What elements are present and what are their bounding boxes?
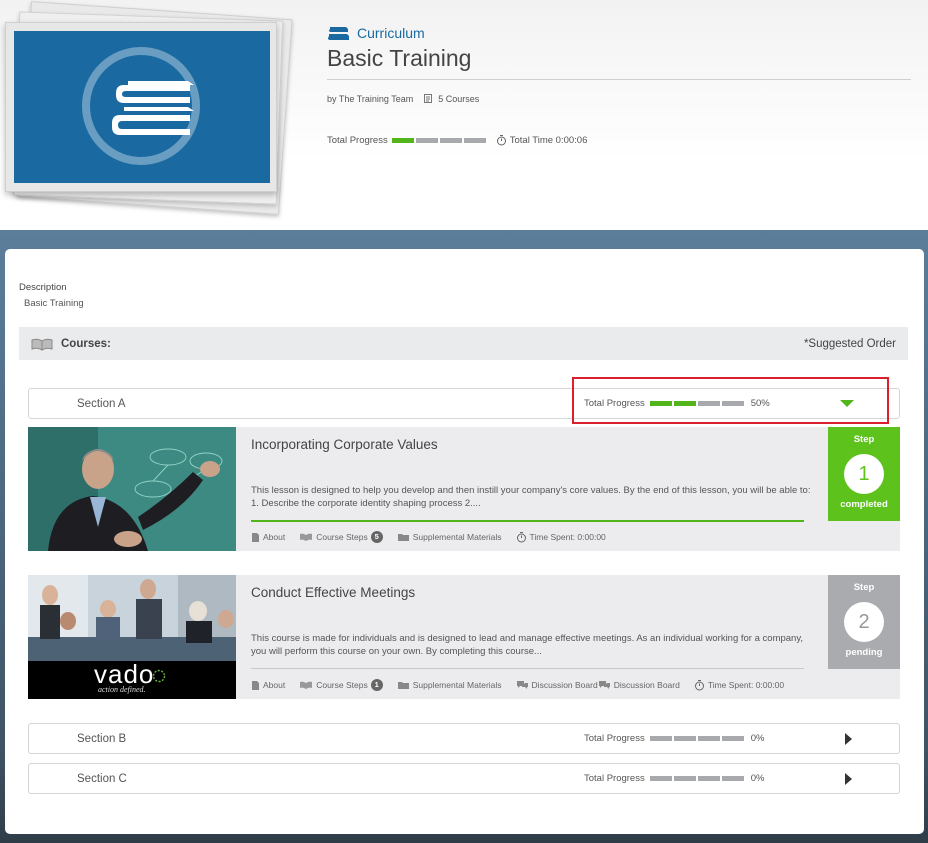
course-steps-count: 1 (370, 679, 383, 691)
stopwatch-icon (496, 135, 506, 146)
books-icon (112, 81, 194, 135)
course-count: 5 Courses (438, 93, 480, 104)
curriculum-panel: Description Basic Training Courses: *Sug… (5, 249, 924, 834)
time-spent: Time Spent: 0:00:00 (516, 531, 606, 543)
course-progress-line (251, 520, 804, 522)
courses-icon (424, 94, 433, 103)
step-label: Step (853, 434, 875, 445)
section-progress-percent: 0% (750, 773, 765, 784)
about-label: About (263, 680, 286, 690)
section-progress-label: Total Progress (584, 773, 645, 784)
curriculum-header: Curriculum Basic Training by The Trainin… (0, 0, 928, 230)
step-status: completed (840, 499, 888, 510)
vado-globe-icon (152, 669, 166, 683)
section-name: Section B (77, 733, 127, 745)
open-book-icon (300, 533, 313, 541)
course-footer: About Course Steps 1 Supplemental Materi… (251, 679, 784, 691)
course-steps-label: Course Steps (316, 680, 368, 690)
supplemental-materials-link[interactable]: Supplemental Materials (397, 680, 502, 690)
section-progress-label: Total Progress (584, 733, 645, 744)
step-number: 2 (844, 602, 884, 642)
section-name: Section A (77, 398, 126, 410)
supplemental-materials-link[interactable]: Supplemental Materials (397, 532, 502, 542)
time-spent-label: Time Spent: 0:00:00 (529, 532, 606, 542)
about-link[interactable]: About (251, 532, 285, 543)
curriculum-cover-image (5, 22, 277, 192)
section-progress-bar (649, 776, 744, 781)
about-link[interactable]: About (251, 680, 285, 691)
course-card[interactable]: vado action defined. Conduct Effective M… (28, 575, 900, 699)
section-b-header[interactable]: Section B Total Progress 0% (28, 723, 900, 754)
books-icon (328, 27, 349, 40)
step-badge: Step 1 completed (828, 427, 900, 521)
step-badge: Step 2 pending (828, 575, 900, 669)
folder-icon (397, 682, 409, 689)
course-description: This lesson is designed to help you deve… (251, 485, 811, 509)
courses-title: Courses: (61, 337, 111, 350)
document-icon (252, 680, 259, 690)
page-title: Basic Training (327, 45, 472, 71)
stopwatch-icon (694, 680, 704, 691)
description-label: Description (19, 282, 67, 293)
section-progress-bar (649, 736, 744, 741)
open-book-icon (300, 681, 313, 689)
title-divider (327, 79, 911, 80)
author-text: by The Training Team (327, 93, 414, 104)
course-title[interactable]: Incorporating Corporate Values (251, 437, 438, 452)
progress-highlight-box (572, 377, 889, 424)
section-progress: Total Progress 0% (584, 773, 764, 784)
section-c-header[interactable]: Section C Total Progress 0% (28, 763, 900, 794)
discussion-board-label: Discussion Board (531, 680, 598, 690)
course-title[interactable]: Conduct Effective Meetings (251, 585, 415, 600)
total-progress-label: Total Progress (327, 134, 388, 146)
course-steps-label: Course Steps (316, 532, 368, 542)
curriculum-meta: by The Training Team 5 Courses (327, 93, 479, 104)
course-thumbnail (28, 427, 236, 551)
supplemental-label: Supplemental Materials (412, 532, 502, 542)
course-steps-count: 5 (370, 531, 383, 543)
courses-header-bar: Courses: *Suggested Order (19, 327, 908, 360)
discussion-board-label: Discussion Board (613, 680, 680, 690)
chat-icon (516, 681, 528, 689)
course-thumbnail: vado action defined. (28, 575, 236, 699)
header-progress: Total Progress Total Time 0:00:06 (327, 134, 587, 146)
course-card[interactable]: Incorporating Corporate Values This less… (28, 427, 900, 551)
supplemental-label: Supplemental Materials (412, 680, 502, 690)
total-time: Total Time 0:00:06 (509, 134, 588, 146)
chevron-right-icon[interactable] (843, 772, 853, 786)
about-label: About (263, 532, 286, 542)
course-description: This course is made for individuals and … (251, 633, 804, 657)
open-book-icon (31, 338, 53, 351)
course-progress-line (251, 668, 804, 669)
course-steps-link[interactable]: Course Steps 5 (299, 531, 383, 543)
document-icon (252, 532, 259, 542)
section-progress-percent: 0% (750, 733, 765, 744)
folder-icon (397, 534, 409, 541)
section-progress: Total Progress 0% (584, 733, 764, 744)
suggested-order-label: *Suggested Order (803, 337, 896, 350)
stopwatch-icon (516, 532, 526, 543)
description-text: Basic Training (24, 298, 84, 309)
course-footer: About Course Steps 5 Supplemental Materi… (251, 531, 606, 543)
curriculum-type-label: Curriculum (357, 25, 425, 41)
chat-icon (598, 681, 610, 689)
vado-tagline: action defined. (98, 685, 146, 694)
discussion-board-link[interactable]: Discussion Board (516, 680, 598, 690)
time-spent: Time Spent: 0:00:00 (694, 679, 784, 691)
section-name: Section C (77, 773, 127, 785)
header-progress-bar (391, 137, 486, 143)
course-steps-link[interactable]: Course Steps 1 (299, 679, 383, 691)
discussion-board-link[interactable]: Discussion Board (598, 680, 680, 690)
chevron-right-icon[interactable] (843, 732, 853, 746)
time-spent-label: Time Spent: 0:00:00 (707, 680, 785, 690)
step-number: 1 (844, 454, 884, 494)
step-label: Step (853, 582, 875, 593)
curriculum-type: Curriculum (327, 24, 425, 42)
step-status: pending (845, 647, 883, 658)
